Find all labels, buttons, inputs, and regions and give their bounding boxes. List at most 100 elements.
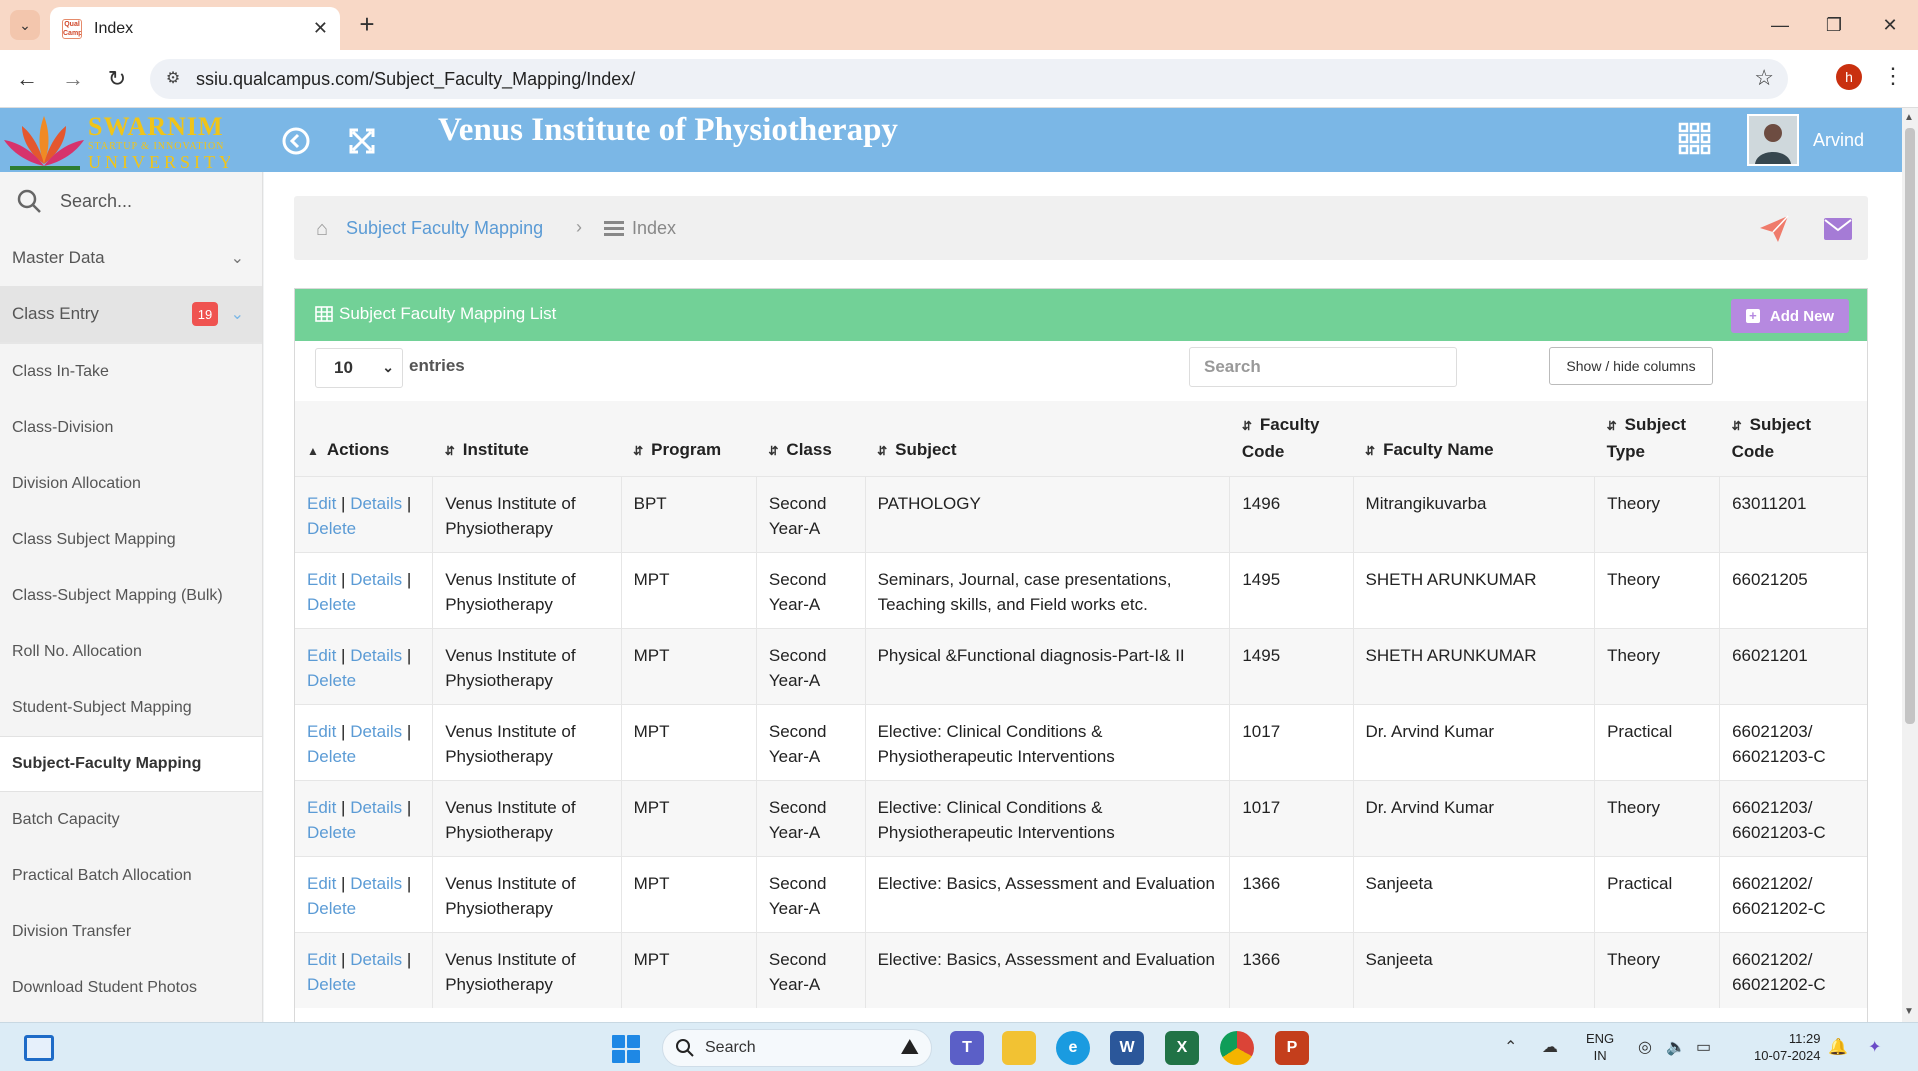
sidebar-item-class-division[interactable]: Class-Division [0,400,262,456]
url-text[interactable]: ssiu.qualcampus.com/Subject_Faculty_Mapp… [196,69,635,90]
user-name[interactable]: Arvind [1813,130,1864,151]
widgets-icon[interactable] [24,1035,54,1061]
sidebar-item-roll-no-allocation[interactable]: Roll No. Allocation [0,624,262,680]
column-header-program[interactable]: ⇵ Program [621,401,757,476]
edit-link[interactable]: Edit [307,570,336,589]
delete-link[interactable]: Delete [307,899,356,918]
details-link[interactable]: Details [350,646,402,665]
minimize-icon[interactable]: — [1760,8,1800,42]
copilot-icon[interactable]: ✦ [1868,1037,1881,1057]
column-header-subject[interactable]: ⇵ Subject [865,401,1230,476]
send-icon[interactable] [1758,214,1790,244]
sidebar-search-input[interactable] [60,190,250,212]
back-icon[interactable]: ← [10,62,44,96]
delete-link[interactable]: Delete [307,671,356,690]
sidebar-item-practical-batch-allocation[interactable]: Practical Batch Allocation [0,848,262,904]
breadcrumb-link[interactable]: Subject Faculty Mapping [346,218,543,239]
tab-search-dropdown[interactable]: ⌄ [10,10,40,40]
table-search-input[interactable] [1189,347,1457,387]
edit-link[interactable]: Edit [307,874,336,893]
edit-link[interactable]: Edit [307,798,336,817]
column-header-faculty-name[interactable]: ⇵ Faculty Name [1353,401,1595,476]
new-tab-icon[interactable]: + [352,9,382,40]
site-info-icon[interactable]: ⚙ [162,68,184,90]
delete-link[interactable]: Delete [307,823,356,842]
file-explorer-icon[interactable] [1002,1031,1036,1065]
scrollbar-thumb[interactable] [1905,128,1915,724]
details-link[interactable]: Details [350,950,402,969]
sidebar-item-student-subject-mapping[interactable]: Student-Subject Mapping [0,680,262,736]
delete-link[interactable]: Delete [307,975,356,994]
network-icon[interactable]: ◎ [1638,1037,1652,1057]
excel-icon[interactable]: X [1165,1031,1199,1065]
browser-menu-icon[interactable]: ⋮ [1882,63,1904,89]
powerpoint-icon[interactable]: P [1275,1031,1309,1065]
restore-icon[interactable]: ❐ [1814,8,1854,42]
scroll-up-icon[interactable]: ▲ [1904,112,1914,123]
home-icon[interactable]: ⌂ [316,218,328,241]
address-bar[interactable]: ⚙ ssiu.qualcampus.com/Subject_Faculty_Ma… [150,59,1788,99]
sidebar-item-download-student-photos[interactable]: Download Student Photos [0,960,262,1016]
sidebar-item-class-in-take[interactable]: Class In-Take [0,344,262,400]
sidebar-item-class-subject-mapping[interactable]: Class Subject Mapping [0,512,262,568]
fullscreen-icon[interactable] [345,124,379,158]
sidebar-item-division-transfer[interactable]: Division Transfer [0,904,262,960]
column-header-subject-type[interactable]: ⇵ Subject Type [1594,401,1720,476]
edge-icon[interactable]: e [1056,1031,1090,1065]
sidebar-group-class-entry[interactable]: Class Entry 19 ⌄ [0,286,262,342]
page-length-select[interactable]: 10 ⌄ [315,348,403,388]
details-link[interactable]: Details [350,798,402,817]
edit-link[interactable]: Edit [307,950,336,969]
mail-icon[interactable] [1824,218,1852,240]
details-link[interactable]: Details [350,494,402,513]
start-button[interactable] [612,1035,640,1063]
details-link[interactable]: Details [350,722,402,741]
user-avatar[interactable] [1747,114,1799,166]
show-hidden-icons[interactable]: ⌃ [1504,1037,1517,1057]
word-icon[interactable]: W [1110,1031,1144,1065]
teams-icon[interactable]: T [950,1031,984,1065]
cell-faculty-name: SHETH ARUNKUMAR [1353,627,1596,704]
language-indicator[interactable]: ENG IN [1586,1030,1614,1064]
cell-faculty-code: 1366 [1229,855,1354,932]
sidebar-item-batch-capacity[interactable]: Batch Capacity [0,792,262,848]
add-new-button[interactable]: + Add New [1731,299,1849,333]
column-header-subject-code[interactable]: ⇵ Subject Code [1719,401,1867,476]
cell-subject-type: Theory [1594,627,1721,704]
clock[interactable]: 11:29 10-07-2024 [1754,1030,1821,1064]
battery-icon[interactable]: ▭ [1696,1037,1711,1057]
chrome-icon[interactable] [1220,1031,1254,1065]
delete-link[interactable]: Delete [307,747,356,766]
details-link[interactable]: Details [350,570,402,589]
bookmark-star-icon[interactable]: ☆ [1754,65,1774,91]
profile-avatar[interactable]: h [1836,64,1862,90]
column-header-actions[interactable]: ▲ Actions [295,401,433,476]
browser-tab[interactable]: Qual Campus Index ✕ [50,7,340,50]
tab-close-icon[interactable]: ✕ [313,18,328,39]
reload-icon[interactable]: ↻ [100,62,134,96]
scroll-down-icon[interactable]: ▼ [1904,1006,1914,1017]
edit-link[interactable]: Edit [307,722,336,741]
notification-bell-icon[interactable]: 🔔 [1828,1037,1848,1057]
column-header-faculty-code[interactable]: ⇵ Faculty Code [1229,401,1354,476]
forward-icon[interactable]: → [56,62,90,96]
delete-link[interactable]: Delete [307,519,356,538]
apps-grid-icon[interactable] [1678,122,1712,156]
edit-link[interactable]: Edit [307,646,336,665]
edit-link[interactable]: Edit [307,494,336,513]
column-header-institute[interactable]: ⇵ Institute [432,401,622,476]
volume-icon[interactable]: 🔈 [1666,1037,1686,1057]
sidebar-group-master-data[interactable]: Master Data ⌄ [0,230,262,286]
sidebar-item-division-allocation[interactable]: Division Allocation [0,456,262,512]
details-link[interactable]: Details [350,874,402,893]
cell-class: Second Year-A [756,475,866,552]
window-close-icon[interactable]: ✕ [1870,8,1910,42]
onedrive-icon[interactable]: ☁ [1542,1037,1558,1057]
sidebar-item-class-subject-mapping-bulk[interactable]: Class-Subject Mapping (Bulk) [0,568,262,624]
delete-link[interactable]: Delete [307,595,356,614]
column-header-class[interactable]: ⇵ Class [756,401,866,476]
sidebar-item-subject-faculty-mapping[interactable]: Subject-Faculty Mapping [0,736,262,792]
back-circle-icon[interactable] [279,124,313,158]
show-hide-columns-button[interactable]: Show / hide columns [1549,347,1713,385]
taskbar-search[interactable]: Search ⛰ [662,1029,932,1067]
